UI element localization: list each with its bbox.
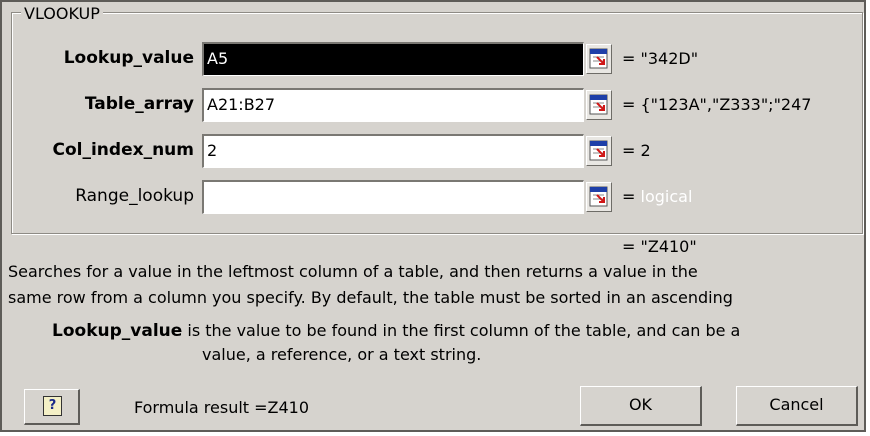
- function-result: = "Z410": [622, 237, 697, 256]
- lookup-value-evaluated: = "342D": [622, 49, 699, 68]
- col-index-num-input[interactable]: 2: [202, 134, 584, 168]
- table-array-input[interactable]: A21:B27: [202, 88, 584, 122]
- help-button[interactable]: ?: [24, 389, 80, 425]
- argument-help-name: Lookup_value: [52, 321, 183, 341]
- function-description-line-2: same row from a column you specify. By d…: [8, 288, 733, 307]
- lookup-value-text: A5: [207, 49, 229, 68]
- col-index-num-label: Col_index_num: [52, 140, 195, 160]
- cancel-button[interactable]: Cancel: [736, 386, 858, 426]
- range-lookup-collapse-button[interactable]: [586, 182, 612, 212]
- table-array-label: Table_array: [84, 94, 194, 114]
- col-index-num-collapse-button[interactable]: [586, 136, 612, 166]
- range-lookup-input[interactable]: [202, 180, 584, 214]
- range-lookup-equals: =: [622, 187, 641, 206]
- range-select-icon: [589, 186, 608, 207]
- ok-button[interactable]: OK: [580, 386, 702, 426]
- range-lookup-evaluated: = logical: [622, 185, 858, 209]
- range-lookup-type-hint: logical: [640, 187, 693, 206]
- lookup-value-label: Lookup_value: [63, 48, 194, 68]
- table-array-evaluated: = {"123A","Z333";"247: [622, 95, 812, 114]
- argument-help-text-2: value, a reference, or a text string.: [202, 345, 482, 364]
- range-select-icon: [589, 94, 608, 115]
- function-arguments-dialog: VLOOKUP Lookup_value A5 = "342D" Table_a…: [0, 0, 866, 432]
- function-description-line-1: Searches for a value in the leftmost col…: [8, 262, 698, 281]
- table-array-collapse-button[interactable]: [586, 90, 612, 120]
- range-select-icon: [589, 48, 608, 69]
- help-icon: ?: [43, 396, 62, 416]
- argument-help: Lookup_value is the value to be found in…: [52, 319, 852, 343]
- range-lookup-label: Range_lookup: [75, 186, 194, 206]
- lookup-value-collapse-button[interactable]: [586, 44, 612, 74]
- lookup-value-input[interactable]: A5: [202, 42, 584, 76]
- group-title: VLOOKUP: [21, 5, 103, 23]
- formula-result: Formula result =Z410: [134, 398, 310, 417]
- col-index-num-evaluated: = 2: [622, 141, 651, 160]
- range-select-icon: [589, 140, 608, 161]
- argument-help-text-1: is the value to be found in the first co…: [187, 321, 741, 340]
